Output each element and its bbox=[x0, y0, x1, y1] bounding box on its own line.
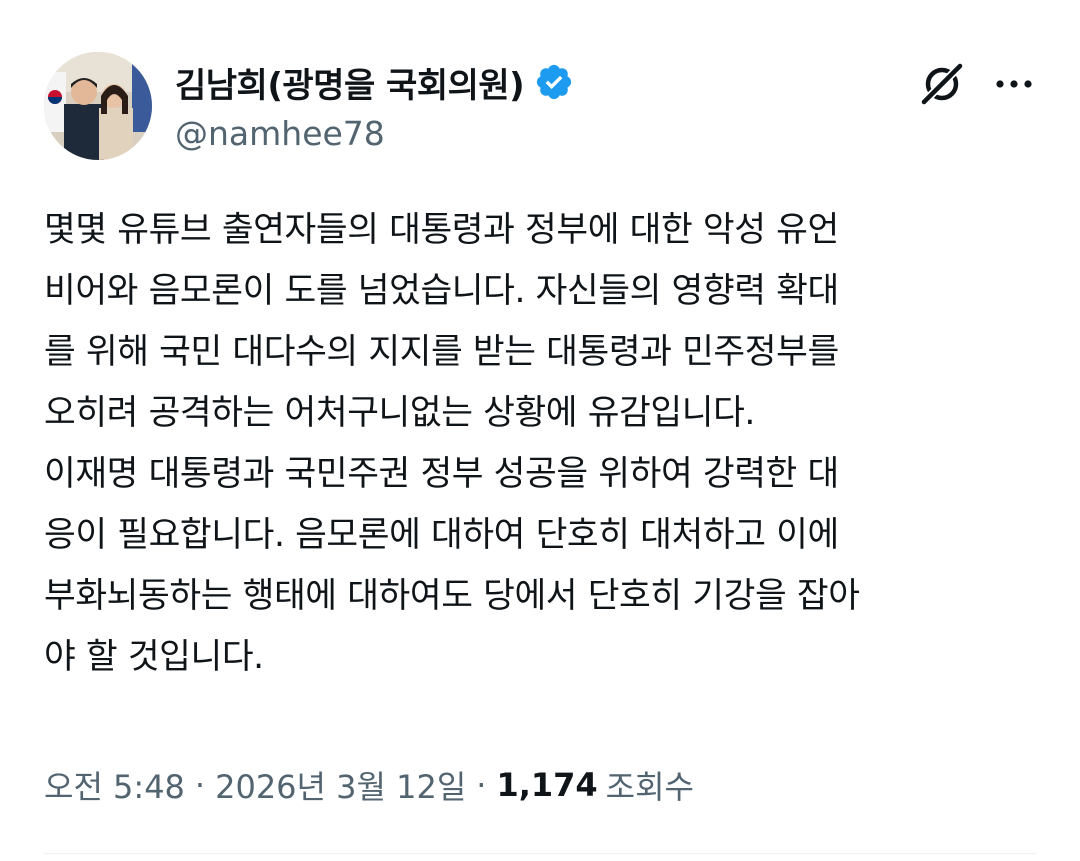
display-name-row: 김남희(광명을 국회의원) bbox=[175, 58, 574, 106]
meta-separator: · bbox=[476, 766, 487, 804]
tweet-text-line: 오히려 공격하는 어처구니없는 상황에 유감입니다. bbox=[44, 393, 755, 433]
tweet-text-line: 이재명 대통령과 국민주권 정부 성공을 위하여 강력한 대 bbox=[44, 454, 839, 494]
tweet-text-line: 야 할 것입니다. bbox=[44, 637, 264, 677]
divider bbox=[44, 853, 1036, 854]
tweet-text: 몇몇 유튜브 출연자들의 대통령과 정부에 대한 악성 유언 비어와 음모론이 … bbox=[44, 200, 1036, 688]
tweet-text-line: 비어와 음모론이 도를 넘었습니다. 자신들의 영향력 확대 bbox=[44, 271, 839, 311]
meta-separator: · bbox=[194, 766, 206, 804]
avatar-photo bbox=[44, 52, 152, 160]
author-display-name[interactable]: 김남희(광명을 국회의원) bbox=[175, 58, 525, 107]
author-handle[interactable]: @namhee78 bbox=[175, 114, 574, 153]
tweet-text-line: 를 위해 국민 대다수의 지지를 받는 대통령과 민주정부를 bbox=[44, 332, 839, 372]
more-options-icon[interactable] bbox=[992, 66, 1036, 102]
views-count[interactable]: 1,174 bbox=[496, 766, 597, 804]
tweet-header: 김남희(광명을 국회의원) @namhee78 bbox=[44, 52, 1036, 162]
tweet-time[interactable]: 오전 5:48 bbox=[44, 762, 185, 808]
tweet-date[interactable]: 2026년 3월 12일 bbox=[215, 762, 466, 808]
author-info: 김남희(광명을 국회의원) @namhee78 bbox=[175, 58, 574, 153]
avatar[interactable] bbox=[44, 52, 152, 160]
views-label: 조회수 bbox=[605, 768, 694, 806]
tweet-text-line: 응이 필요합니다. 음모론에 대하여 단호히 대처하고 이에 bbox=[44, 515, 839, 555]
tweet-meta: 오전 5:48 · 2026년 3월 12일 · 1,174 조회수 bbox=[44, 760, 694, 810]
tweet-text-line: 몇몇 유튜브 출연자들의 대통령과 정부에 대한 악성 유언 bbox=[44, 210, 839, 250]
grok-icon[interactable] bbox=[918, 60, 966, 108]
tweet-text-line: 부화뇌동하는 행태에 대하여도 당에서 단호히 기강을 잡아 bbox=[44, 576, 860, 616]
verified-badge-icon[interactable] bbox=[534, 62, 574, 102]
